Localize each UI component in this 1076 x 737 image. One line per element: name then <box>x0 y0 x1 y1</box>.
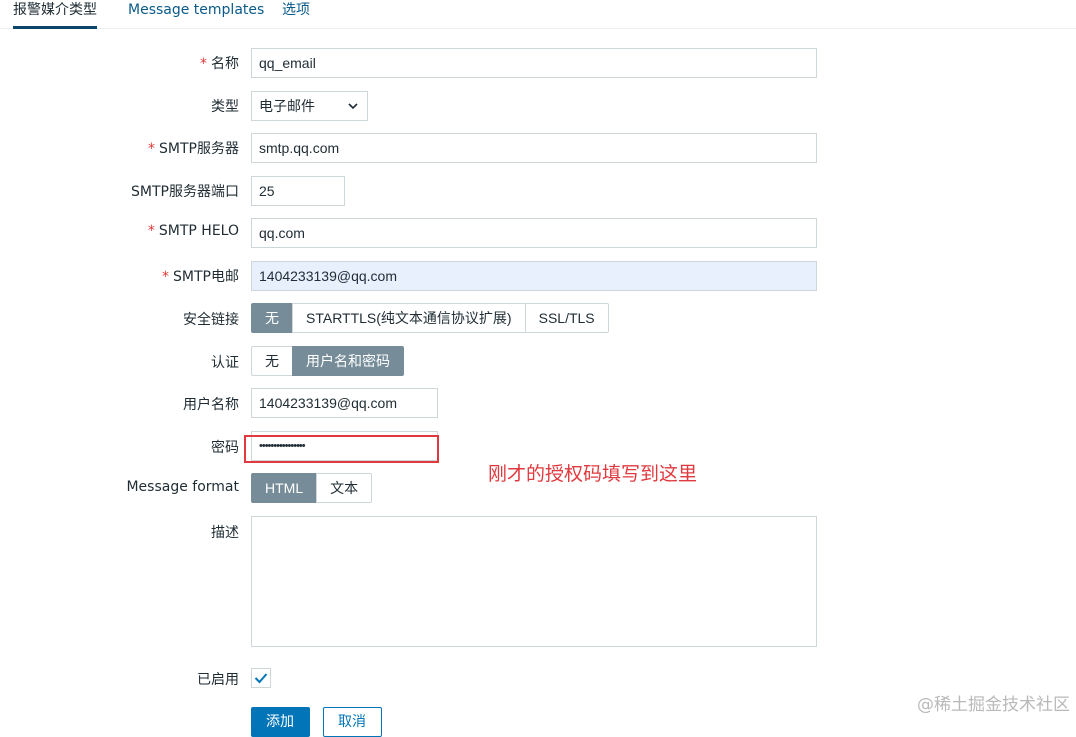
password-highlight-box <box>244 435 439 463</box>
auth-segmented-control: 无 用户名和密码 <box>251 346 404 376</box>
username-label: 用户名称 <box>183 397 239 413</box>
message-format-segmented-control: HTML 文本 <box>251 473 373 503</box>
required-mark: * <box>147 223 155 239</box>
type-label: 类型 <box>211 99 239 115</box>
security-segmented-control: 无 STARTTLS(纯文本通信协议扩展) SSL/TLS <box>251 303 609 333</box>
name-label: * 名称 <box>200 56 239 72</box>
enabled-label: 已启用 <box>197 672 239 688</box>
username-input[interactable]: 1404233139@qq.com <box>251 388 438 418</box>
required-mark: * <box>162 269 170 285</box>
password-label: 密码 <box>211 440 239 456</box>
tab-media-type[interactable]: 报警媒介类型 <box>13 0 97 29</box>
security-option-none[interactable]: 无 <box>251 303 293 333</box>
cancel-button[interactable]: 取消 <box>323 707 382 737</box>
smtp-server-label: * SMTP服务器 <box>148 141 239 157</box>
auth-option-none[interactable]: 无 <box>251 346 293 376</box>
enabled-checkbox[interactable] <box>251 668 271 688</box>
check-icon <box>254 673 268 684</box>
auth-label: 认证 <box>211 355 239 371</box>
smtp-email-input[interactable]: 1404233139@qq.com <box>251 261 817 291</box>
name-input[interactable]: qq_email <box>251 48 817 78</box>
format-option-text[interactable]: 文本 <box>316 473 373 503</box>
description-textarea[interactable] <box>251 516 817 647</box>
tab-bar: 报警媒介类型 Message templates 选项 <box>0 0 1076 29</box>
security-option-starttls[interactable]: STARTTLS(纯文本通信协议扩展) <box>292 303 526 333</box>
description-label: 描述 <box>211 525 239 541</box>
security-label: 安全链接 <box>183 312 239 328</box>
smtp-helo-label: * SMTP HELO <box>147 223 239 239</box>
tab-message-templates[interactable]: Message templates <box>128 0 264 26</box>
message-format-label: Message format <box>126 479 239 495</box>
required-mark: * <box>200 56 207 72</box>
smtp-port-input[interactable]: 25 <box>251 176 345 206</box>
auth-option-username-password[interactable]: 用户名和密码 <box>292 346 404 376</box>
smtp-port-label: SMTP服务器端口 <box>131 184 239 200</box>
annotation-text: 刚才的授权码填写到这里 <box>488 463 698 485</box>
required-mark: * <box>148 141 156 157</box>
watermark: @稀土掘金技术社区 <box>917 695 1070 715</box>
chevron-down-icon <box>348 103 358 110</box>
smtp-helo-input[interactable]: qq.com <box>251 218 817 248</box>
type-select[interactable]: 电子邮件 <box>251 91 368 121</box>
security-option-ssl-tls[interactable]: SSL/TLS <box>524 303 609 333</box>
smtp-email-label: * SMTP电邮 <box>162 269 239 285</box>
tab-options[interactable]: 选项 <box>282 0 310 26</box>
type-select-value: 电子邮件 <box>259 98 315 114</box>
smtp-server-input[interactable]: smtp.qq.com <box>251 133 817 163</box>
format-option-html[interactable]: HTML <box>251 473 318 503</box>
add-button[interactable]: 添加 <box>251 707 310 737</box>
